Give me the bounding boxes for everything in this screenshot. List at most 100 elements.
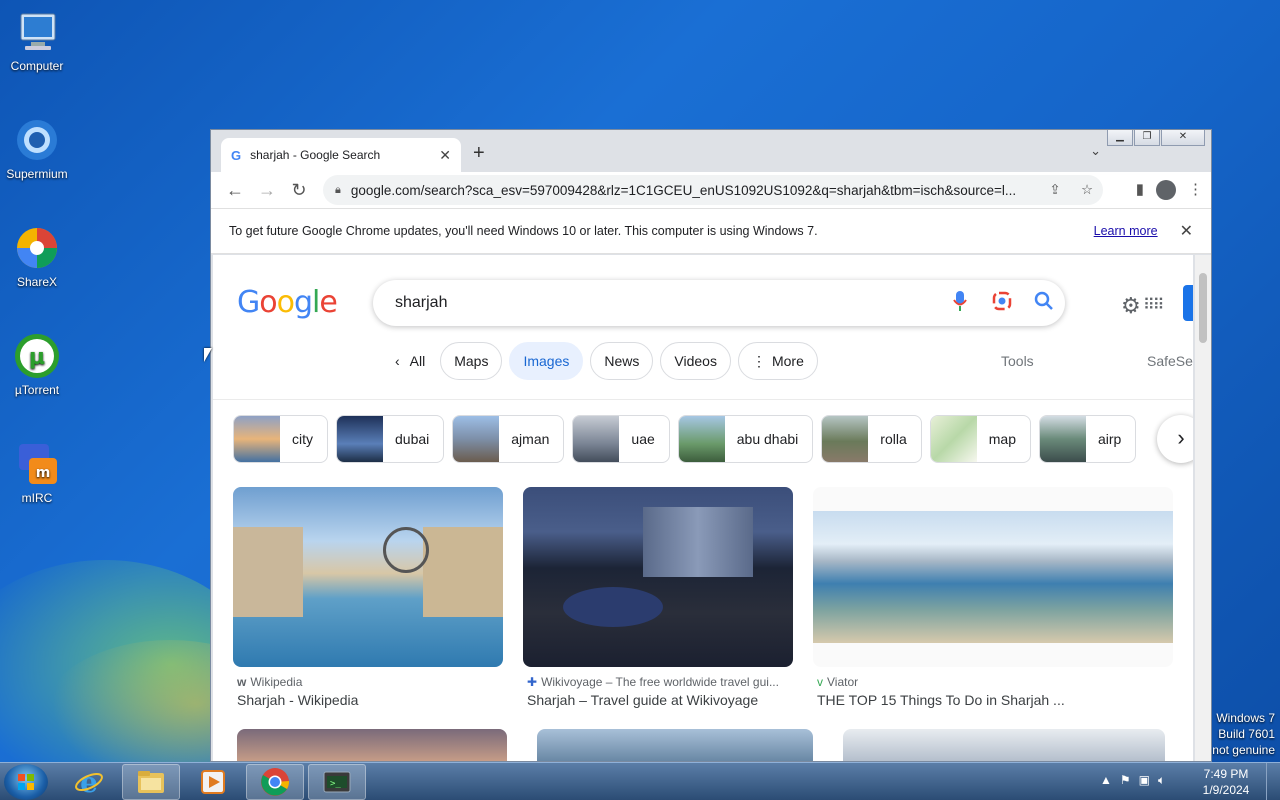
reload-icon[interactable]: ↻ <box>283 180 315 201</box>
windows-flag-icon <box>18 774 34 790</box>
google-logo[interactable]: Google <box>237 285 338 320</box>
bookmark-star-icon[interactable]: ☆ <box>1071 182 1103 198</box>
menu-kebab-icon[interactable]: ⋮ <box>1188 180 1203 200</box>
google-apps-grid-icon[interactable]: ⠿⠿ <box>1143 295 1164 315</box>
image-result[interactable]: w Wikipedia Sharjah - Wikipedia <box>233 487 503 708</box>
address-bar[interactable]: 🔒︎ google.com/search?sca_esv=597009428&r… <box>323 175 1103 205</box>
thumbnail <box>453 416 500 462</box>
more-vert-icon: ⋮ <box>751 352 766 369</box>
related-chip-uae[interactable]: uae <box>572 415 670 463</box>
svg-text:µ: µ <box>29 345 45 370</box>
tools-button[interactable]: Tools <box>1001 353 1034 369</box>
taskbar-ie[interactable]: e <box>60 764 118 800</box>
tab-title: sharjah - Google Search <box>250 148 381 162</box>
taskbar-chrome[interactable] <box>246 764 304 800</box>
taskbar-media-player[interactable] <box>184 764 242 800</box>
desktop-icon-label: Computer <box>10 59 64 73</box>
tab-label: More <box>771 353 804 369</box>
tab-videos[interactable]: Videos <box>660 342 731 380</box>
result-title[interactable]: Sharjah - Wikipedia <box>233 692 503 708</box>
start-button[interactable] <box>4 764 48 800</box>
forward-arrow-icon[interactable]: → <box>251 180 283 201</box>
supermium-icon <box>13 116 61 164</box>
related-chip-city[interactable]: city <box>233 415 328 463</box>
related-chip-abu-dhabi[interactable]: abu dhabi <box>677 415 814 463</box>
related-chip-rolla[interactable]: rolla <box>821 415 922 463</box>
search-input[interactable]: sharjah <box>395 294 939 312</box>
share-icon[interactable]: ⇪ <box>1039 182 1071 198</box>
profile-avatar-icon[interactable] <box>1156 180 1176 200</box>
image-result[interactable]: ✚ Wikivoyage – The free worldwide travel … <box>523 487 793 708</box>
svg-text:>_: >_ <box>330 779 341 789</box>
building-shape <box>233 527 303 617</box>
safesearch-button[interactable]: SafeSe <box>1147 353 1193 369</box>
scrollbar-thumb[interactable] <box>1199 273 1207 343</box>
image-result-partial[interactable] <box>237 729 507 761</box>
side-panel-icon[interactable]: ▮ <box>1136 180 1144 200</box>
search-box[interactable]: sharjah <box>373 280 1065 326</box>
result-source: w Wikipedia <box>237 675 303 689</box>
infobar-close-icon[interactable]: ✕ <box>1180 221 1193 241</box>
sign-in-button[interactable] <box>1183 285 1193 321</box>
related-chip-ajman[interactable]: ajman <box>452 415 565 463</box>
microphone-icon[interactable] <box>939 290 981 316</box>
tab-search-chevron-icon[interactable]: ⌄ <box>1090 143 1101 159</box>
volume-icon[interactable]: 🔈︎ <box>1158 773 1165 788</box>
network-icon[interactable]: ▣ <box>1139 773 1150 788</box>
page-scrollbar[interactable] <box>1195 255 1211 761</box>
result-image[interactable] <box>233 487 503 667</box>
related-label: airp <box>1097 431 1122 447</box>
tab-label: News <box>604 353 640 369</box>
desktop-icon-computer[interactable]: Computer <box>4 8 70 73</box>
tab-close-icon[interactable]: ✕ <box>439 147 451 164</box>
action-center-flag-icon[interactable]: ⚑ <box>1120 773 1131 788</box>
learn-more-link[interactable]: Learn more <box>1094 224 1158 238</box>
mouse-cursor-icon <box>204 348 212 362</box>
tab-maps[interactable]: Maps <box>440 342 503 380</box>
image-result-partial[interactable] <box>537 729 813 761</box>
media-player-icon <box>201 770 225 794</box>
minimize-button[interactable]: ▁ <box>1107 130 1133 146</box>
new-tab-button[interactable]: + <box>473 142 485 165</box>
search-icon[interactable] <box>1023 291 1065 316</box>
result-title[interactable]: THE TOP 15 Things To Do in Sharjah ... <box>813 692 1173 708</box>
back-arrow-icon[interactable]: ← <box>219 180 251 201</box>
lens-camera-icon[interactable] <box>981 291 1023 316</box>
result-image[interactable] <box>813 487 1173 667</box>
thumbnail <box>822 416 869 462</box>
result-source: v Viator <box>817 675 859 689</box>
thumbnail <box>678 416 725 462</box>
desktop-icon-sharex[interactable]: ShareX <box>4 224 70 289</box>
tab-news[interactable]: News <box>590 342 654 380</box>
tab-images[interactable]: Images <box>509 342 584 380</box>
show-desktop-button[interactable] <box>1266 763 1280 800</box>
clock[interactable]: 7:49 PM 1/9/2024 <box>1196 766 1256 798</box>
chevron-right-icon[interactable]: › <box>1157 415 1193 463</box>
svg-text:m: m <box>36 465 51 481</box>
desktop-icon-utorrent[interactable]: µ µTorrent <box>4 332 70 397</box>
browser-tab[interactable]: G sharjah - Google Search ✕ <box>221 138 461 172</box>
related-chip-airport[interactable]: airp <box>1038 415 1137 463</box>
taskbar-explorer[interactable] <box>122 764 180 800</box>
close-window-button[interactable]: ✕ <box>1161 130 1205 146</box>
settings-gear-icon[interactable]: ⚙ <box>1121 293 1141 319</box>
tab-all[interactable]: ‹ All <box>387 342 434 380</box>
related-chip-map[interactable]: map <box>929 415 1031 463</box>
image-result[interactable]: v Viator THE TOP 15 Things To Do in Sharj… <box>813 487 1173 708</box>
taskbar-terminal[interactable]: >_ <box>308 764 366 800</box>
related-label: dubai <box>395 431 430 447</box>
tab-more[interactable]: ⋮ More <box>737 342 818 380</box>
restore-button[interactable]: ❐ <box>1134 130 1160 146</box>
image-result-partial[interactable] <box>843 729 1165 761</box>
related-chip-dubai[interactable]: dubai <box>336 415 445 463</box>
url-text: google.com/search?sca_esv=597009428&rlz=… <box>350 182 1017 198</box>
windows-watermark: Windows 7 Build 7601 not genuine <box>1212 710 1275 758</box>
desktop-icon-supermium[interactable]: Supermium <box>4 116 70 181</box>
result-image[interactable] <box>523 487 793 667</box>
desktop-icon-mirc[interactable]: m mIRC <box>4 440 70 505</box>
window-controls: ▁ ❐ ✕ <box>1107 130 1205 146</box>
result-title[interactable]: Sharjah – Travel guide at Wikivoyage <box>523 692 793 708</box>
tray-expand-icon[interactable]: ▲ <box>1100 773 1112 788</box>
source-text: Wikivoyage – The free worldwide travel g… <box>541 675 779 689</box>
search-tabs: ‹ All Maps Images News Videos ⋮ More <box>387 342 818 380</box>
